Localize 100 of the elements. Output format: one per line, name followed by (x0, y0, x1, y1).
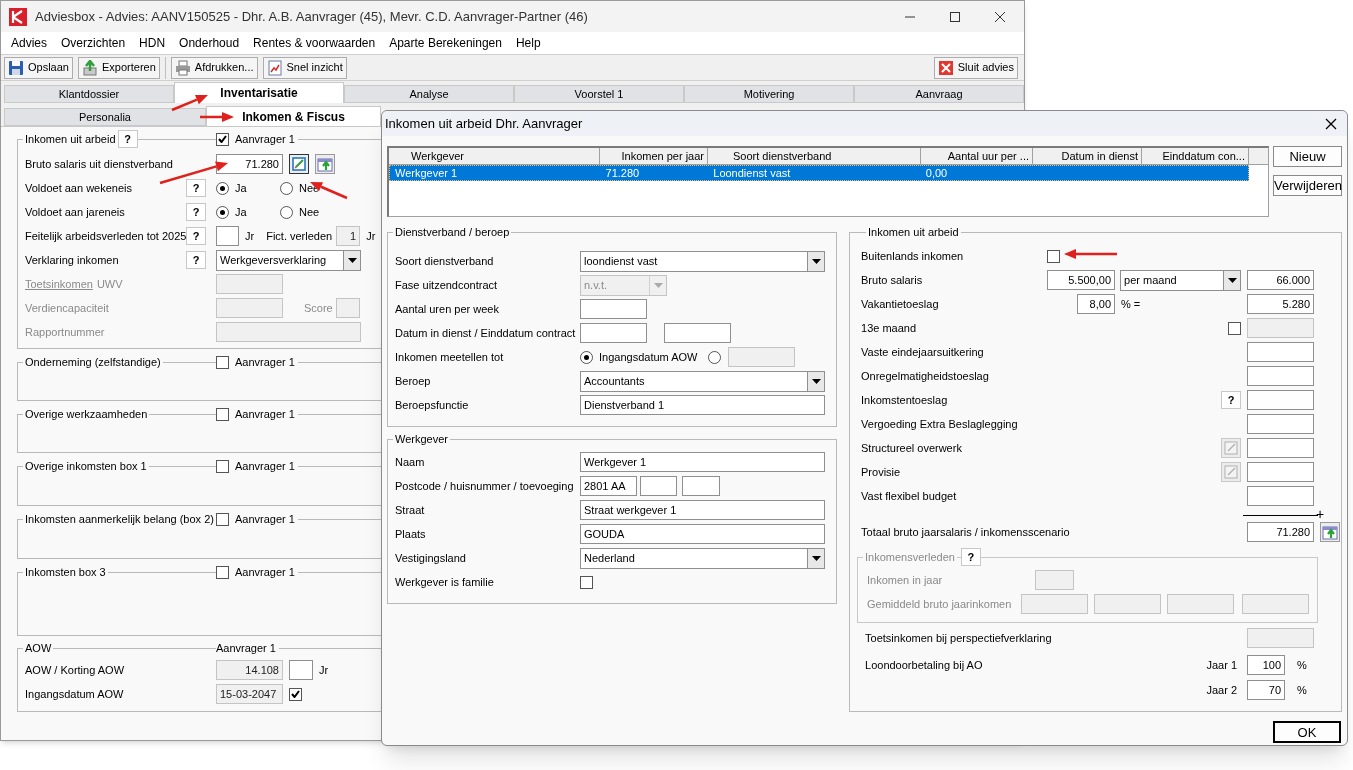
input-field[interactable] (216, 298, 283, 318)
input-field[interactable] (1247, 628, 1315, 648)
column-header[interactable]: Werkgever (389, 148, 600, 165)
input-field[interactable] (335, 298, 360, 318)
input-field[interactable] (664, 323, 731, 343)
input-field[interactable]: 2801 AA (580, 476, 637, 496)
dropdown[interactable]: Werkgeversverklaring (216, 249, 361, 271)
column-header[interactable]: Aantal uur per ... (921, 148, 1033, 165)
input-field[interactable]: 5.500,00 (1047, 270, 1116, 290)
input-field[interactable]: 15-03-2047 (216, 684, 283, 704)
input-field[interactable]: 71.280 (216, 154, 283, 174)
input-field[interactable] (289, 660, 313, 680)
input-field[interactable]: Straat werkgever 1 (580, 500, 825, 520)
edit-button[interactable] (289, 154, 309, 174)
input-field[interactable] (640, 476, 677, 496)
button[interactable]: Nieuw (1273, 146, 1342, 167)
input-field[interactable] (1247, 462, 1315, 482)
input-field[interactable]: 5.280 (1247, 294, 1315, 314)
input-field[interactable] (1247, 414, 1315, 434)
toolbar-button[interactable]: Snel inzicht (262, 56, 347, 79)
help-button[interactable]: ? (960, 548, 981, 566)
column-header[interactable]: Inkomen per jaar (600, 148, 708, 165)
help-button[interactable]: ? (117, 130, 138, 148)
calculate-button[interactable] (315, 154, 335, 174)
input-field[interactable] (1167, 594, 1235, 614)
input-field[interactable]: Dienstverband 1 (580, 395, 825, 415)
calculate-button[interactable] (1320, 522, 1341, 542)
toolbar-button[interactable]: Opslaan (4, 56, 73, 79)
tab[interactable]: Motivering (684, 85, 854, 103)
input-field[interactable] (1021, 594, 1089, 614)
menu-item[interactable]: Rentes & voorwaarden (248, 34, 381, 52)
input-field[interactable]: 100 (1247, 655, 1286, 675)
checkbox[interactable] (216, 565, 229, 579)
input-field[interactable]: 1 (336, 226, 361, 246)
checkbox[interactable] (1228, 321, 1242, 335)
menu-item[interactable]: Onderhoud (174, 34, 245, 52)
help-button[interactable]: ? (1221, 391, 1242, 409)
input-field[interactable] (728, 347, 795, 367)
input-field[interactable]: 71.280 (1247, 522, 1315, 542)
input-field[interactable] (1242, 594, 1310, 614)
radio-button[interactable] (280, 181, 293, 195)
checkbox[interactable] (580, 575, 593, 589)
input-field[interactable] (1247, 342, 1315, 362)
toolbar-button[interactable]: Exporteren (78, 56, 160, 79)
input-field[interactable] (580, 323, 647, 343)
column-header[interactable]: Datum in dienst (1033, 148, 1142, 165)
help-button[interactable]: ? (186, 179, 206, 197)
input-field[interactable]: 8,00 (1077, 294, 1116, 314)
input-field[interactable] (1247, 366, 1315, 386)
menu-item[interactable]: Aparte Berekeningen (384, 34, 507, 52)
radio-button[interactable] (708, 350, 721, 364)
input-field[interactable] (1247, 390, 1315, 410)
input-field[interactable]: 66.000 (1247, 270, 1315, 290)
radio-button[interactable] (580, 350, 593, 364)
input-field[interactable]: 14.108 (216, 660, 283, 680)
tab[interactable]: Personalia (4, 108, 206, 126)
tab[interactable]: Inventarisatie (174, 82, 344, 103)
menu-item[interactable]: Help (510, 34, 546, 52)
button[interactable]: Verwijderen (1273, 175, 1342, 196)
menu-item[interactable]: HDN (134, 34, 171, 52)
radio-button[interactable] (216, 205, 229, 219)
column-header[interactable]: Soort dienstverband (708, 148, 921, 165)
radio-button[interactable] (280, 205, 293, 219)
checkbox[interactable] (216, 132, 229, 146)
dropdown[interactable]: Accountants (580, 370, 825, 392)
input-field[interactable] (1247, 318, 1315, 338)
help-button[interactable]: ? (186, 203, 206, 221)
input-field[interactable] (1035, 570, 1075, 590)
radio-button[interactable] (216, 181, 229, 195)
input-field[interactable] (1247, 486, 1315, 506)
input-field[interactable] (1247, 438, 1315, 458)
tab[interactable]: Inkomen & Fiscus (206, 106, 381, 126)
input-field[interactable] (682, 476, 720, 496)
menu-item[interactable]: Overzichten (56, 34, 131, 52)
checkbox[interactable] (216, 407, 229, 421)
help-button[interactable]: ? (186, 227, 206, 245)
input-field[interactable] (580, 299, 647, 319)
toolbar-button[interactable]: Afdrukken... (170, 56, 258, 79)
ok-button[interactable]: OK (1273, 721, 1341, 743)
checkbox[interactable] (216, 355, 229, 369)
input-field[interactable]: 70 (1247, 680, 1286, 700)
tab[interactable]: Voorstel 1 (514, 85, 684, 103)
input-field[interactable] (1094, 594, 1162, 614)
tab[interactable]: Klantdossier (4, 85, 174, 103)
menu-item[interactable]: Advies (6, 34, 53, 52)
dropdown[interactable]: loondienst vast (580, 250, 825, 272)
input-field[interactable] (216, 322, 361, 342)
column-header[interactable]: Einddatum con... (1142, 148, 1249, 165)
dropdown[interactable]: Nederland (580, 547, 825, 569)
input-field[interactable]: Werkgever 1 (580, 452, 825, 472)
tab[interactable]: Analyse (344, 85, 514, 103)
table-row[interactable]: Werkgever 1 71.280 Loondienst vast 0,00 (389, 165, 1249, 181)
checkbox[interactable] (289, 687, 302, 701)
checkbox[interactable] (216, 459, 229, 473)
checkbox[interactable] (216, 512, 229, 526)
input-field[interactable]: GOUDA (580, 524, 825, 544)
help-button[interactable]: ? (186, 251, 206, 269)
checkbox[interactable] (1047, 249, 1061, 263)
input-field[interactable] (216, 226, 239, 246)
dropdown[interactable]: per maand (1120, 269, 1242, 291)
